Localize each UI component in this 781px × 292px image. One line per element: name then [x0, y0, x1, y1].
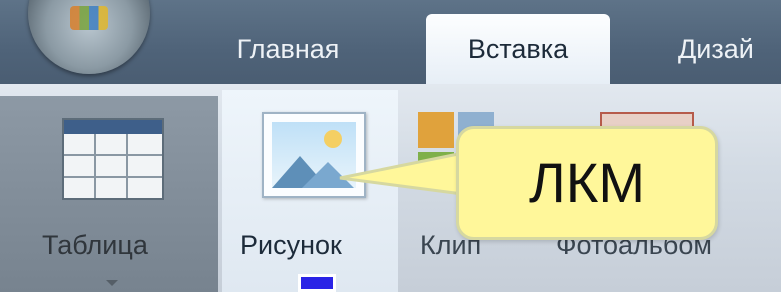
callout-bubble: ЛКМ: [456, 126, 718, 240]
picture-label: Рисунок: [240, 230, 342, 260]
tab-insert[interactable]: Вставка: [426, 14, 610, 86]
picture-icon: [262, 112, 366, 198]
tab-design[interactable]: Дизай: [678, 24, 781, 82]
table-label: Таблица: [42, 230, 148, 260]
click-marker: [298, 274, 336, 292]
table-icon: [62, 118, 164, 200]
office-logo-icon: [70, 6, 108, 30]
table-dropdown-arrow-icon[interactable]: [106, 280, 118, 286]
callout-text: ЛКМ: [528, 151, 646, 214]
tab-home[interactable]: Главная: [208, 24, 368, 82]
